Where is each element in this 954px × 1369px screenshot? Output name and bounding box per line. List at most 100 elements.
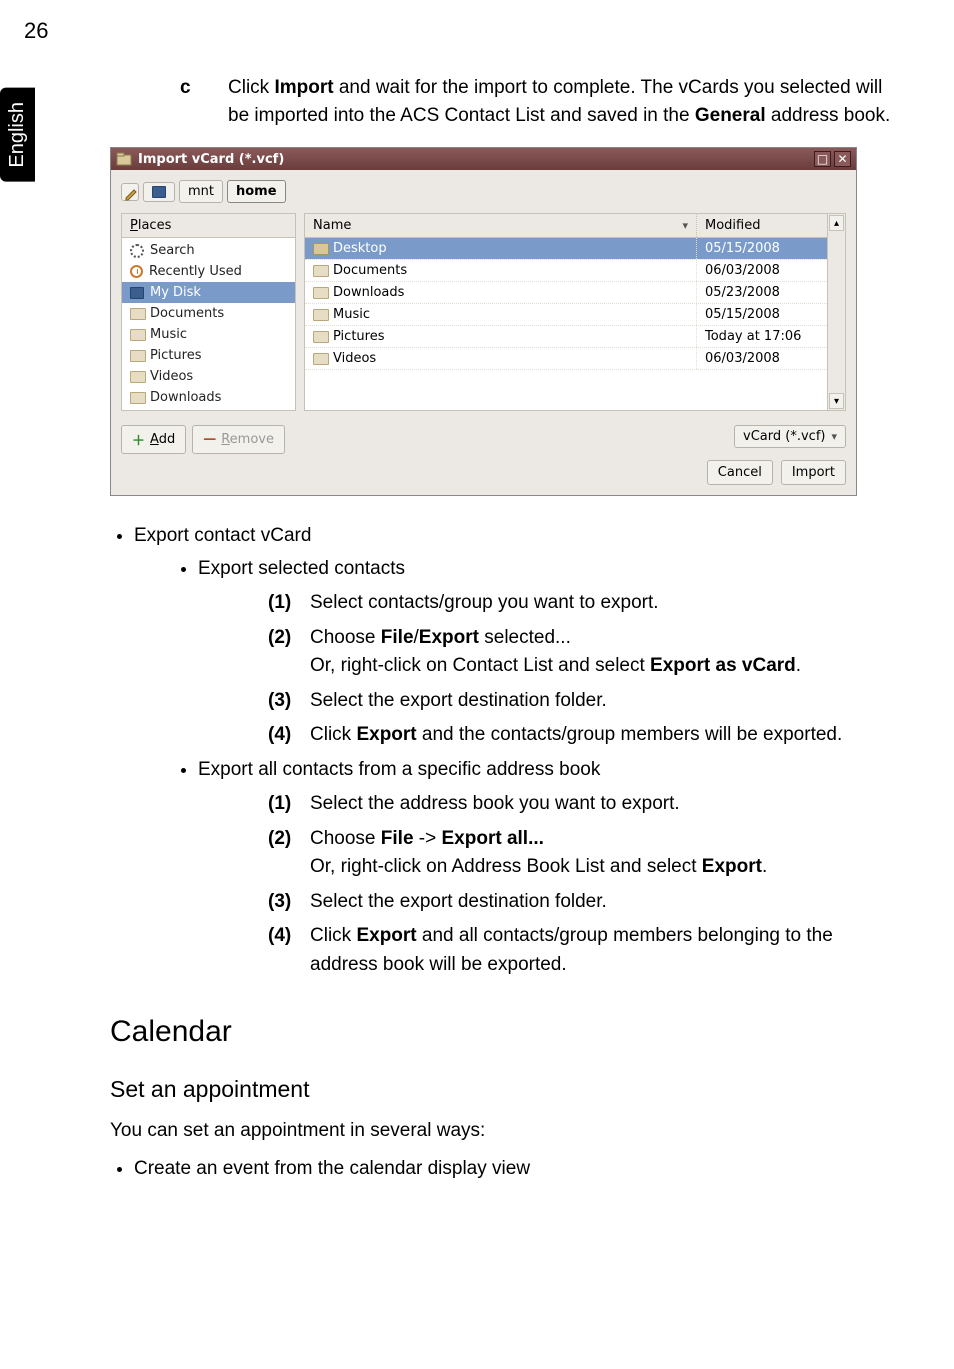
step-c: c Click Import and wait for the import t… <box>180 74 894 129</box>
remove-place-button[interactable]: —Remove <box>192 425 285 454</box>
file-name: Videos <box>333 351 376 366</box>
step-1b: (1)Select the address book you want to e… <box>268 790 894 819</box>
edit-path-icon[interactable] <box>121 183 139 201</box>
breadcrumb-seg[interactable]: mnt <box>179 180 223 203</box>
cancel-button[interactable]: Cancel <box>707 460 773 485</box>
chevron-down-icon: ▾ <box>682 219 688 232</box>
step-4: (4) Click Export and the contacts/group … <box>268 721 894 750</box>
import-vcard-dialog: Import vCard (*.vcf) □ ✕ mnt home Places <box>110 147 857 496</box>
place-item[interactable]: Recently Used <box>122 261 295 282</box>
place-label: Music <box>150 327 187 342</box>
bullet-export-selected: Export selected contacts (1)Select conta… <box>198 555 894 750</box>
close-button[interactable]: ✕ <box>834 151 851 167</box>
n: (4) <box>268 721 298 750</box>
step-3b: (3) Select the export destination folder. <box>268 888 894 917</box>
file-modified: 05/23/2008 <box>697 282 827 303</box>
import-button[interactable]: Import <box>781 460 846 485</box>
n: (4) <box>268 922 298 979</box>
folder-icon <box>313 331 327 343</box>
open-folder-icon <box>313 243 327 255</box>
t: Select the export destination folder. <box>310 888 607 917</box>
step-letter: c <box>180 74 198 129</box>
gear-icon <box>130 244 144 258</box>
breadcrumb-seg-current[interactable]: home <box>227 180 286 203</box>
file-name: Documents <box>333 263 407 278</box>
place-item[interactable]: Music <box>122 324 295 345</box>
file-type-filter[interactable]: vCard (*.vcf) ▾ <box>734 425 846 448</box>
clock-icon <box>130 265 143 278</box>
plus-icon: ＋ <box>132 430 145 449</box>
add-place-button[interactable]: ＋Add <box>121 425 186 454</box>
place-item[interactable]: My Disk <box>122 282 295 303</box>
place-item[interactable]: Pictures <box>122 345 295 366</box>
file-row[interactable]: Desktop 05/15/2008 <box>305 238 827 260</box>
n: (2) <box>268 825 298 882</box>
set-appointment-intro: You can set an appointment in several wa… <box>110 1117 894 1146</box>
t: Click Export and the contacts/group memb… <box>310 721 842 750</box>
file-row[interactable]: Documents 06/03/2008 <box>305 260 827 282</box>
breadcrumb: mnt home <box>121 180 846 203</box>
bullet-export-all: Export all contacts from a specific addr… <box>198 756 894 980</box>
t: Select the address book you want to expo… <box>310 790 680 819</box>
n: (3) <box>268 687 298 716</box>
folder-icon <box>313 287 327 299</box>
file-row[interactable]: Downloads 05/23/2008 <box>305 282 827 304</box>
file-row[interactable]: Music 05/15/2008 <box>305 304 827 326</box>
files-pane: Name ▾ Modified Desktop05/15/2008Documen… <box>304 213 828 411</box>
place-item[interactable]: Search <box>122 240 295 261</box>
folder-icon <box>130 392 144 404</box>
maximize-button[interactable]: □ <box>814 151 831 167</box>
column-header-modified[interactable]: Modified <box>697 214 827 237</box>
app-icon <box>116 152 132 166</box>
t: Select the export destination folder. <box>310 687 607 716</box>
page-number: 26 <box>24 18 954 44</box>
bullet-export-vcard: Export contact vCard Export selected con… <box>134 522 894 979</box>
language-tab: English <box>0 88 35 182</box>
t: address book. <box>766 105 891 126</box>
place-label: My Disk <box>150 285 201 300</box>
disk-icon <box>152 186 166 198</box>
t: Export selected contacts <box>198 558 405 579</box>
n: (3) <box>268 888 298 917</box>
file-row[interactable]: Pictures Today at 17:06 <box>305 326 827 348</box>
chevron-down-icon: ▾ <box>831 430 837 443</box>
file-modified: 05/15/2008 <box>697 238 827 259</box>
place-item[interactable]: Videos <box>122 366 295 387</box>
breadcrumb-root[interactable] <box>143 182 175 202</box>
file-modified: Today at 17:06 <box>697 326 827 347</box>
step-2: (2) Choose File/Export selected... Or, r… <box>268 624 894 681</box>
file-name: Music <box>333 307 370 322</box>
heading-calendar: Calendar <box>110 1009 894 1054</box>
scroll-down-icon[interactable]: ▾ <box>829 393 844 409</box>
place-label: Recently Used <box>149 264 242 279</box>
t: Click <box>228 77 274 98</box>
file-modified: 05/15/2008 <box>697 304 827 325</box>
file-modified: 06/03/2008 <box>697 348 827 369</box>
places-header[interactable]: Places <box>122 214 295 238</box>
place-label: Documents <box>150 306 224 321</box>
file-name: Desktop <box>333 241 387 256</box>
t: Name <box>313 218 351 233</box>
heading-set-appointment: Set an appointment <box>110 1072 894 1107</box>
titlebar: Import vCard (*.vcf) □ ✕ <box>111 148 856 170</box>
column-header-name[interactable]: Name ▾ <box>305 214 697 237</box>
step-3: (3) Select the export destination folder. <box>268 687 894 716</box>
scrollbar[interactable]: ▴ ▾ <box>828 213 846 411</box>
place-item[interactable]: Documents <box>122 303 295 324</box>
file-name: Pictures <box>333 329 384 344</box>
scroll-up-icon[interactable]: ▴ <box>829 215 844 231</box>
t: vCard (*.vcf) <box>743 429 825 444</box>
t: Export contact vCard <box>134 525 311 546</box>
t: Choose File/Export selected... Or, right… <box>310 624 801 681</box>
folder-icon <box>313 309 327 321</box>
file-name: Downloads <box>333 285 404 300</box>
place-item[interactable]: Downloads <box>122 387 295 408</box>
place-label: Pictures <box>150 348 201 363</box>
general-word: General <box>695 105 766 126</box>
file-row[interactable]: Videos 06/03/2008 <box>305 348 827 370</box>
dialog-title: Import vCard (*.vcf) <box>138 152 284 167</box>
n: (1) <box>268 589 298 618</box>
places-pane: Places Search Recently Used My Disk Documen… <box>121 213 296 411</box>
file-modified: 06/03/2008 <box>697 260 827 281</box>
step-4b: (4) Click Export and all contacts/group … <box>268 922 894 979</box>
